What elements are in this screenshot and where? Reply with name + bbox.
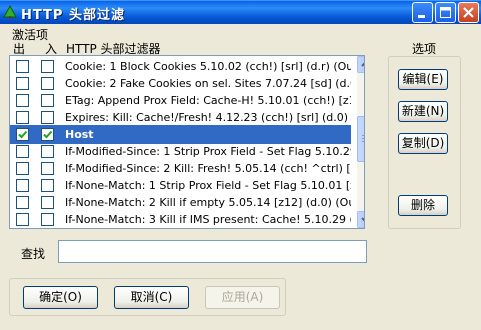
scroll-up-button[interactable]: [357, 56, 364, 73]
title-bar[interactable]: HTTP 头部过滤: [0, 0, 481, 24]
out-checkbox[interactable]: [16, 213, 29, 226]
out-checkbox[interactable]: [16, 94, 29, 107]
out-checkbox[interactable]: [16, 128, 29, 141]
filter-name: If-None-Match: 2 Kill if empty 5.05.14 […: [65, 196, 351, 209]
checkmark-icon: [18, 130, 28, 139]
in-checkbox[interactable]: [41, 60, 54, 73]
window-title: HTTP 头部过滤: [21, 8, 125, 23]
arrow-up-icon: [361, 62, 364, 67]
apply-button[interactable]: 应用(A): [205, 286, 280, 309]
new-button[interactable]: 新建(N): [398, 101, 448, 122]
filter-name: Expires: Kill: Cache!/Fresh! 4.12.23 (cc…: [65, 111, 351, 124]
http-header-filter-dialog: HTTP 头部过滤 激活项 出 入 HTTP 头部过滤器 选项 Cookie: …: [0, 0, 481, 330]
options-header: 选项: [412, 42, 437, 56]
out-checkbox[interactable]: [16, 179, 29, 192]
minimize-icon: [418, 15, 425, 18]
in-checkbox[interactable]: [41, 94, 54, 107]
scroll-thumb[interactable]: [357, 116, 364, 162]
out-checkbox[interactable]: [16, 111, 29, 124]
cancel-button[interactable]: 取消(C): [114, 286, 189, 309]
filter-name: ETag: Append Prox Field: Cache-H! 5.10.0…: [65, 94, 351, 107]
in-checkbox[interactable]: [41, 162, 54, 175]
in-checkbox[interactable]: [41, 128, 54, 141]
filter-name: If-Modified-Since: 2 Kill: Fresh! 5.05.1…: [65, 162, 351, 175]
maximize-icon: [440, 7, 451, 18]
in-checkbox[interactable]: [41, 111, 54, 124]
filter-list[interactable]: Cookie: 1 Block Cookies 5.10.02 (cch!) […: [9, 55, 365, 229]
filter-name: Cookie: 2 Fake Cookies on sel. Sites 7.0…: [65, 77, 351, 90]
delete-button[interactable]: 删除: [398, 195, 448, 216]
close-icon: [463, 7, 474, 18]
filter-name: If-Modified-Since: 1 Strip Prox Field - …: [65, 145, 351, 158]
out-checkbox[interactable]: [16, 162, 29, 175]
copy-button[interactable]: 复制(D): [398, 133, 448, 154]
maximize-button[interactable]: [435, 2, 456, 23]
filter-name: If-None-Match: 3 Kill if IMS present: Ca…: [65, 213, 351, 226]
in-checkbox[interactable]: [41, 145, 54, 158]
search-label: 查找: [21, 247, 46, 261]
out-checkbox[interactable]: [16, 77, 29, 90]
out-checkbox[interactable]: [16, 145, 29, 158]
filter-name: Host: [65, 128, 94, 141]
out-checkbox[interactable]: [16, 60, 29, 73]
in-checkbox[interactable]: [41, 77, 54, 90]
search-input[interactable]: [58, 240, 367, 263]
edit-button[interactable]: 编辑(E): [398, 69, 448, 90]
scroll-down-button[interactable]: [357, 211, 364, 228]
in-checkbox[interactable]: [41, 179, 54, 192]
in-checkbox[interactable]: [41, 213, 54, 226]
filter-name: Cookie: 1 Block Cookies 5.10.02 (cch!) […: [65, 60, 351, 73]
ok-button[interactable]: 确定(O): [23, 286, 98, 309]
filter-row[interactable]: If-None-Match: 3 Kill if IMS present: Ca…: [10, 210, 351, 228]
minimize-button[interactable]: [412, 2, 433, 23]
out-checkbox[interactable]: [16, 196, 29, 209]
arrow-down-icon: [361, 217, 364, 222]
in-checkbox[interactable]: [41, 196, 54, 209]
vertical-scrollbar[interactable]: [357, 56, 364, 228]
close-button[interactable]: [458, 2, 479, 23]
app-tree-icon: [3, 5, 17, 19]
filter-name: If-None-Match: 1 Strip Prox Field - Set …: [65, 179, 351, 192]
checkmark-icon: [43, 130, 53, 139]
